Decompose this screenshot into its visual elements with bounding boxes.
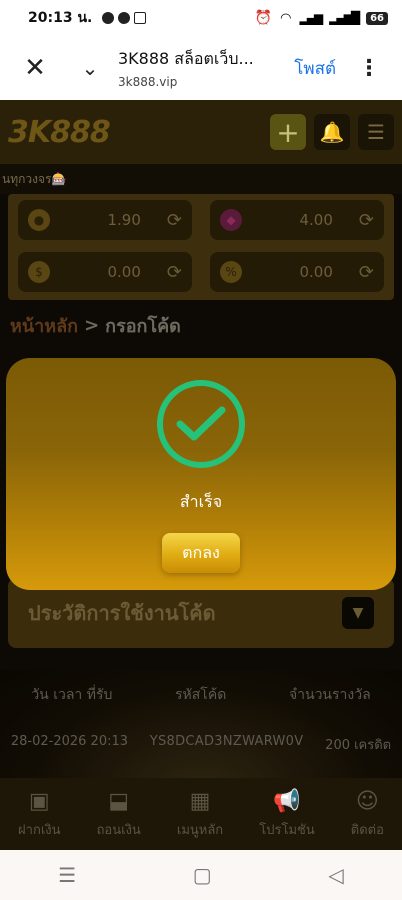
success-message: สำเร็จ <box>179 492 223 511</box>
announcement-marquee: นทุกวงจร🎰 <box>0 164 402 194</box>
alarm-icon: ⏰ <box>254 10 273 26</box>
deposit-icon: ▣ <box>28 789 50 814</box>
wallet-coin: ● 1.90 ⟳ <box>18 200 192 240</box>
nav-contact[interactable]: ☺ ติดต่อ <box>351 789 384 840</box>
check-circle-icon <box>157 380 245 468</box>
dollar-icon: $ <box>28 261 50 283</box>
nav-deposit[interactable]: ▣ ฝากเงิน <box>18 789 60 840</box>
browser-toolbar: ✕ ⌄ 3K888 สล็อตเว็บ... 3k888.vip โพสต์ ⋮ <box>0 36 402 100</box>
notification-icons <box>102 12 147 24</box>
more-vertical-icon[interactable]: ⋮ <box>358 56 380 81</box>
nav-promotion[interactable]: 📢 โปรโมชัน <box>259 789 314 840</box>
column-header-reward: จำนวนรางวัล <box>288 687 371 703</box>
nav-label: โปรโมชัน <box>259 822 315 838</box>
home-icon[interactable]: ▢ <box>193 863 212 887</box>
nav-label: ถอนเงิน <box>96 822 141 838</box>
post-button[interactable]: โพสต์ <box>294 55 336 82</box>
signal-icon: ▂▄▆ <box>299 11 323 25</box>
tab-url: 3k888.vip <box>118 75 178 89</box>
nav-label: ฝากเงิน <box>18 822 61 838</box>
plus-icon[interactable]: + <box>270 114 306 150</box>
breadcrumb-separator: > <box>84 314 100 336</box>
cell-code: YS8DCAD3NZWARW0V <box>149 734 304 749</box>
status-time: 20:13 น. <box>28 10 93 26</box>
breadcrumb-home[interactable]: หน้าหลัก <box>10 311 78 340</box>
chevron-down-icon[interactable]: ⌄ <box>70 56 110 80</box>
wallet-bonus: % 0.00 ⟳ <box>210 252 384 292</box>
recent-apps-icon[interactable]: ☰ <box>58 863 76 887</box>
support-icon: ☺ <box>355 789 379 814</box>
ok-button[interactable]: ตกลง <box>162 533 240 573</box>
status-bar: 20:13 น. ⏰ ◠ ▂▄▆ ▂▄▆█ 66 <box>0 0 402 36</box>
column-header-code: รหัสโค้ด <box>175 687 227 703</box>
cell-reward: 200 เครดิต <box>325 738 392 753</box>
code-history-label: ประวัติการใช้งานโค้ด <box>28 601 216 625</box>
bottom-navigation: ▣ ฝากเงิน ⬓ ถอนเงิน ▦ เมนูหลัก 📢 โปรโมชั… <box>0 778 402 850</box>
wallet-cash: $ 0.00 ⟳ <box>18 252 192 292</box>
message-notification-icon <box>134 12 147 24</box>
breadcrumb: หน้าหลัก > กรอกโค้ด <box>0 300 402 350</box>
refresh-icon[interactable]: ⟳ <box>167 262 182 283</box>
nav-withdraw[interactable]: ⬓ ถอนเงิน <box>97 789 141 840</box>
chevron-down-icon[interactable]: ▼ <box>342 597 374 629</box>
line-notification-icon <box>118 12 131 24</box>
wallet-gem: ◆ 4.00 ⟳ <box>210 200 384 240</box>
code-history-table: วัน เวลา ที่รับ รหัสโค้ด จำนวนรางวัล 28-… <box>0 670 402 790</box>
grid-menu-icon: ▦ <box>189 789 211 814</box>
signal-icon-2: ▂▄▆█ <box>329 11 360 25</box>
bonus-value: 0.00 <box>299 263 333 281</box>
coin-value: 1.90 <box>107 211 141 229</box>
gem-icon: ◆ <box>220 209 242 231</box>
megaphone-icon: 📢 <box>273 789 301 814</box>
table-row: 28-02-2026 20:13 YS8DCAD3NZWARW0V 200 เค… <box>0 706 402 755</box>
cash-value: 0.00 <box>107 263 141 281</box>
tab-title: 3K888 สล็อตเว็บ... <box>118 49 254 68</box>
withdraw-icon: ⬓ <box>108 789 130 814</box>
wallet-panel: ● 1.90 ⟳ ◆ 4.00 ⟳ $ 0.00 ⟳ % 0.00 ⟳ <box>8 194 394 300</box>
system-navigation-bar: ☰ ▢ ◁ <box>0 850 402 900</box>
heart-notification-icon <box>102 12 115 24</box>
bell-icon[interactable]: 🔔 <box>314 114 350 150</box>
nav-label: ติดต่อ <box>350 822 384 838</box>
refresh-icon[interactable]: ⟳ <box>359 210 374 231</box>
breadcrumb-current: กรอกโค้ด <box>105 315 181 337</box>
column-header-date: วัน เวลา ที่รับ <box>31 687 113 703</box>
site-logo[interactable]: 3K888 <box>8 115 111 150</box>
percent-icon: % <box>220 261 242 283</box>
refresh-icon[interactable]: ⟳ <box>359 262 374 283</box>
nav-main-menu[interactable]: ▦ เมนูหลัก <box>177 789 223 840</box>
cell-date: 28-02-2026 20:13 <box>10 734 129 749</box>
gem-value: 4.00 <box>299 211 333 229</box>
hamburger-menu-icon[interactable]: ☰ <box>358 114 394 150</box>
wifi-icon: ◠ <box>280 10 292 26</box>
battery-icon: 66 <box>366 11 388 25</box>
site-header: 3K888 + 🔔 ☰ <box>0 100 402 164</box>
nav-label: เมนูหลัก <box>176 822 224 838</box>
refresh-icon[interactable]: ⟳ <box>167 210 182 231</box>
coin-icon: ● <box>28 209 50 231</box>
close-icon[interactable]: ✕ <box>0 53 70 83</box>
page-title-block: 3K888 สล็อตเว็บ... 3k888.vip <box>110 47 294 89</box>
success-dialog: สำเร็จ ตกลง <box>6 358 396 590</box>
back-icon[interactable]: ◁ <box>328 863 343 887</box>
table-header: วัน เวลา ที่รับ รหัสโค้ด จำนวนรางวัล <box>0 670 402 706</box>
